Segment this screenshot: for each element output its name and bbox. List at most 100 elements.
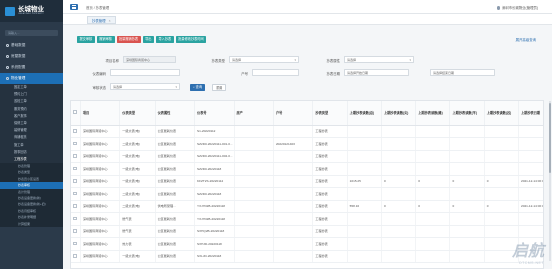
revoke-review-button[interactable]: 撤销审核 xyxy=(96,36,115,43)
table-cell xyxy=(449,150,485,163)
row-checkbox[interactable] xyxy=(73,204,77,208)
table-cell: 工程抄表 xyxy=(312,125,348,138)
query-label: 查询 xyxy=(195,85,203,89)
table-cell xyxy=(381,187,417,201)
column-header[interactable]: 上期抄表读数(峰) xyxy=(415,101,451,126)
column-header[interactable]: 仪表属性 xyxy=(155,101,196,126)
sidebar-subitem[interactable]: 装修管理 xyxy=(0,127,63,135)
query-button[interactable]: ⌕ 查询 xyxy=(190,84,206,91)
table-cell xyxy=(415,125,451,138)
sidebar-subitem[interactable]: 商铺租赁 xyxy=(0,134,63,142)
watermark: 启航 DTCMS.NET xyxy=(512,237,544,265)
batch-revoke-button[interactable]: 批量撤销抄表 xyxy=(116,36,141,43)
row-checkbox[interactable] xyxy=(73,191,77,195)
advanced-search-link[interactable]: 展开高级查询 xyxy=(516,37,536,42)
tab-meter-management[interactable]: 抄表管理 × xyxy=(87,16,116,24)
status-select[interactable]: 请选择 xyxy=(110,83,180,90)
brand-logo: 长城物业 GREATWALL PROPERTY xyxy=(0,0,63,22)
table-cell xyxy=(449,212,485,226)
sidebar-search-input[interactable]: 请输入... xyxy=(5,30,58,36)
sidebar-item[interactable]: 系统配置 xyxy=(0,62,63,73)
table-cell: 公区能耗仪表 xyxy=(155,137,196,151)
table-cell xyxy=(449,137,485,151)
sidebar-subitem[interactable]: 巡检工单 xyxy=(0,98,63,106)
reset-button[interactable]: 重置 xyxy=(212,84,227,91)
submit-review-button[interactable]: 提交审核 xyxy=(77,36,95,43)
row-select-cell xyxy=(71,187,81,201)
meter-table: 项目 仪表类型 仪表属性 仪表号 房产 户号 抄表类型 上期抄表读数(总) 上期抄表读数(尖) 上… xyxy=(70,100,544,269)
meter-type-select[interactable]: 请选择 xyxy=(229,56,299,63)
meter-no-input[interactable] xyxy=(110,69,180,76)
sidebar-item[interactable]: 物业管理 xyxy=(0,73,63,84)
column-header[interactable]: 仪表类型 xyxy=(119,101,156,126)
column-header[interactable]: 抄表类型 xyxy=(312,101,348,126)
project-field[interactable]: 深圳国际商贸中心 xyxy=(123,56,176,63)
column-header[interactable]: 上期抄表读数(谷) xyxy=(484,101,520,126)
table-cell: 工程抄表 xyxy=(312,162,348,176)
table-cell xyxy=(234,175,274,188)
column-header[interactable]: 房产 xyxy=(234,101,274,126)
row-checkbox[interactable] xyxy=(73,179,77,183)
row-checkbox[interactable] xyxy=(73,141,77,145)
row-checkbox[interactable] xyxy=(73,216,77,220)
table-cell xyxy=(273,237,314,251)
table-cell xyxy=(518,150,543,163)
date-start-input[interactable]: 请选择开始日期 xyxy=(344,69,409,76)
table-cell: 供电所受理... xyxy=(155,200,196,213)
table-cell xyxy=(234,137,274,151)
sidebar-subitem[interactable]: 工程抄表 xyxy=(0,155,63,164)
export-button[interactable]: 导出 xyxy=(142,36,154,43)
table-row[interactable]: 深圳国际商贸中心 燃气表 公区能耗仪表 YXJ7D2B-20220118 工程抄表 xyxy=(71,212,543,226)
sidebar-subsubitem[interactable]: 计算结果 xyxy=(0,220,63,227)
table-row[interactable]: 深圳国际商贸中心 一级大表(电) 公区能耗仪表 SZ2D0-20220111-002-… xyxy=(71,150,543,163)
account-input[interactable] xyxy=(252,69,299,76)
batch-edit-time-button[interactable]: 批量修改抄表时间 xyxy=(175,36,207,43)
column-header[interactable]: 项目 xyxy=(80,101,121,126)
sidebar-subitem[interactable]: 服务预约 xyxy=(0,105,63,113)
table-cell xyxy=(381,250,417,263)
table-row[interactable]: 深圳国际商贸中心 一级大表(电) 公区能耗仪表 SXLJD-20220118 工程抄表 xyxy=(71,250,543,263)
table-row[interactable]: 深圳国际商贸中心 二级大表(电) 公区能耗仪表 SZ2D0-20220111-001-… xyxy=(71,137,543,151)
row-checkbox[interactable] xyxy=(73,154,77,158)
import-button[interactable]: 导入抄表 xyxy=(156,36,174,43)
project-label: 项目名称 xyxy=(105,59,119,63)
date-end-input[interactable]: 请选择结束日期 xyxy=(430,69,495,76)
row-checkbox[interactable] xyxy=(73,129,77,133)
scrollbar-thumb[interactable] xyxy=(549,103,551,173)
close-icon[interactable]: × xyxy=(109,19,111,23)
column-header[interactable]: 上期抄表读数(平) xyxy=(449,101,485,126)
table-row[interactable]: 深圳国际商贸中心 二级大表(电) 供电所受理... YXJ7D2B-20220118 工… xyxy=(71,200,543,213)
sidebar-subitem[interactable]: 报事回访 xyxy=(0,148,63,156)
sidebar-item[interactable]: 基础数据 xyxy=(0,40,63,51)
row-checkbox[interactable] xyxy=(73,241,77,245)
sidebar-subitem[interactable]: 保修工单 xyxy=(0,119,63,128)
row-select-cell xyxy=(71,250,81,263)
sidebar-subitem[interactable]: 固定工单 xyxy=(0,84,63,92)
row-checkbox[interactable] xyxy=(73,254,77,258)
column-header[interactable]: 上期抄表读数(尖) xyxy=(381,101,417,126)
table-row[interactable]: 深圳国际商贸中心 燃气表 公区能耗仪表 SXHQ2B-20220118 工程抄表 xyxy=(71,225,543,238)
table-cell: 深圳国际商贸中心 xyxy=(80,175,121,188)
row-checkbox[interactable] xyxy=(73,166,77,170)
table-cell xyxy=(449,250,485,263)
sidebar-subitem[interactable]: 客户报事 xyxy=(0,112,63,120)
sidebar-item[interactable]: 房屋数据 xyxy=(0,51,63,62)
select-all-checkbox[interactable] xyxy=(73,110,77,114)
column-header[interactable]: 仪表号 xyxy=(194,101,235,126)
column-header[interactable]: 上期抄表日期 xyxy=(518,101,543,126)
user-menu[interactable]: 深圳市长城物业(管理员) xyxy=(496,5,538,10)
table-row[interactable]: 深圳国际商贸中心 一级大表(电) 公区能耗仪表 KFZT2S-20220114 工程抄表… xyxy=(71,175,543,188)
menu-toggle-button[interactable] xyxy=(70,4,78,10)
table-row[interactable]: 深圳国际商贸中心 热力表 公区能耗仪表 SXHJD-20220118 工程抄表 xyxy=(71,237,543,251)
sidebar-subitem[interactable]: 预约上门 xyxy=(0,91,63,99)
table-cell xyxy=(347,137,382,151)
sidebar-subitem[interactable]: 施工单 xyxy=(0,141,63,149)
table-row[interactable]: 深圳国际商贸中心 一级大表(电) 公区能耗仪表 SZ2D0-20220118 工程抄表 xyxy=(71,162,543,176)
column-header[interactable]: 上期抄表读数(总) xyxy=(347,101,382,126)
column-header[interactable]: 户号 xyxy=(273,101,314,126)
table-row[interactable]: 深圳国际商贸中心 二级大表(电) 公区能耗仪表 SZ2D0-20220118 工程抄表 xyxy=(71,187,543,201)
row-checkbox[interactable] xyxy=(73,229,77,233)
row-select-cell xyxy=(71,200,81,213)
table-row[interactable]: 深圳国际商贸中心 一级大表(电) 公区能耗仪表 S1-20220112 工程抄表 xyxy=(71,125,543,138)
meter-attr-select[interactable]: 请选择 xyxy=(344,56,414,63)
